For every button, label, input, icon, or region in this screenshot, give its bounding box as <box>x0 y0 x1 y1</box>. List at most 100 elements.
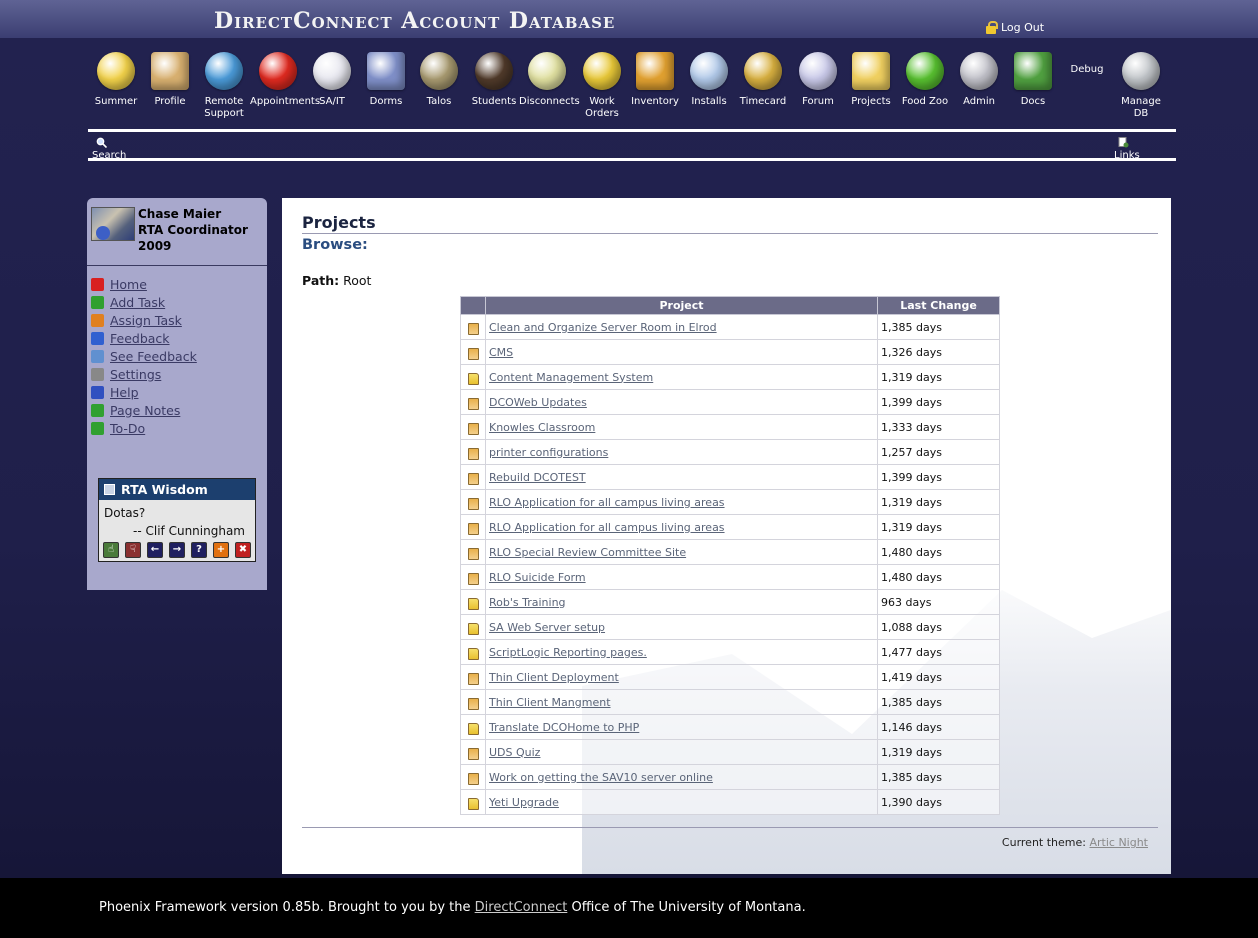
toolbar-remote-support[interactable]: Remote Support <box>196 52 252 120</box>
clipboard-icon <box>467 473 479 485</box>
question-icon[interactable]: ? <box>191 542 207 558</box>
side-menu-item[interactable]: Page Notes <box>91 401 197 419</box>
toolbar-inventory[interactable]: Inventory <box>627 52 683 108</box>
side-menu-link[interactable]: Assign Task <box>110 313 182 328</box>
toolbar-label: Food Zoo <box>901 96 949 107</box>
project-link[interactable]: RLO Application for all campus living ar… <box>489 521 725 534</box>
toolbar-manage-db[interactable]: Manage DB <box>1113 52 1169 120</box>
last-change-cell: 1,390 days <box>877 789 1000 815</box>
clipboard-icon <box>467 548 479 560</box>
arrow-right-icon[interactable]: → <box>169 542 185 558</box>
project-link[interactable]: RLO Special Review Committee Site <box>489 546 686 559</box>
side-menu-link[interactable]: Page Notes <box>110 403 180 418</box>
logout-label: Log Out <box>1001 21 1045 34</box>
side-menu-item[interactable]: Settings <box>91 365 197 383</box>
project-name-cell: Content Management System <box>485 364 878 390</box>
side-menu-link[interactable]: Help <box>110 385 139 400</box>
table-header-row: Project Last Change <box>460 296 1000 315</box>
project-icon-cell <box>460 414 486 440</box>
last-change-cell: 1,480 days <box>877 564 1000 590</box>
toolbar-admin[interactable]: Admin <box>951 52 1007 108</box>
side-menu-item[interactable]: Help <box>91 383 197 401</box>
folder-icon <box>852 52 890 90</box>
toolbar-timecard[interactable]: Timecard <box>735 52 791 108</box>
logout-link[interactable]: Log Out <box>986 21 1044 34</box>
wisdom-quote: Dotas? <box>104 506 146 520</box>
project-icon-cell <box>460 489 486 515</box>
project-link[interactable]: Content Management System <box>489 371 653 384</box>
toolbar-sa-it[interactable]: SA/IT <box>304 52 360 108</box>
project-link[interactable]: Translate DCOHome to PHP <box>489 721 639 734</box>
toolbar-label: Remote Support <box>204 96 244 119</box>
clipboard-icon <box>467 673 479 685</box>
side-menu-link[interactable]: Home <box>110 277 147 292</box>
toolbar-appointments[interactable]: Appointments <box>250 52 320 108</box>
links-nav-item[interactable]: Links <box>1114 137 1154 158</box>
project-link[interactable]: CMS <box>489 346 513 359</box>
toolbar-talos[interactable]: Talos <box>411 52 467 108</box>
project-link[interactable]: Thin Client Deployment <box>489 671 619 684</box>
user-name: Chase Maier <box>138 207 222 221</box>
side-menu-item[interactable]: Assign Task <box>91 311 197 329</box>
last-change-cell: 1,399 days <box>877 389 1000 415</box>
toolbar-docs[interactable]: Docs <box>1005 52 1061 108</box>
project-link[interactable]: RLO Application for all campus living ar… <box>489 496 725 509</box>
info-icon <box>91 331 104 345</box>
search-nav-item[interactable]: Search <box>92 137 142 158</box>
side-menu-item[interactable]: Add Task <box>91 293 197 311</box>
side-menu-link[interactable]: Add Task <box>110 295 165 310</box>
toolbar-summer[interactable]: Summer <box>88 52 144 108</box>
last-change-cell: 1,319 days <box>877 489 1000 515</box>
toolbar-students[interactable]: Students <box>466 52 522 108</box>
project-link[interactable]: Knowles Classroom <box>489 421 595 434</box>
side-menu: Home Add Task Assign Task Feedback See Feedb… <box>91 275 197 437</box>
medical-cross-icon <box>313 52 351 90</box>
project-link[interactable]: Rob's Training <box>489 596 566 609</box>
project-link[interactable]: ScriptLogic Reporting pages. <box>489 646 647 659</box>
project-link[interactable]: Yeti Upgrade <box>489 796 559 809</box>
toolbar-dorms[interactable]: Dorms <box>358 52 414 108</box>
toolbar-projects[interactable]: Projects <box>843 52 899 108</box>
side-menu-item[interactable]: Feedback <box>91 329 197 347</box>
thumbs-down-icon[interactable]: ☟ <box>125 542 141 558</box>
toolbar-forum[interactable]: Forum <box>790 52 846 108</box>
side-menu-item[interactable]: Home <box>91 275 197 293</box>
project-link[interactable]: DCOWeb Updates <box>489 396 587 409</box>
project-link[interactable]: Rebuild DCOTEST <box>489 471 586 484</box>
toolbar-profile[interactable]: Profile <box>142 52 198 108</box>
toolbar-installs[interactable]: Installs <box>681 52 737 108</box>
add-icon[interactable]: + <box>213 542 229 558</box>
project-link[interactable]: printer configurations <box>489 446 608 459</box>
folder-icon <box>467 648 479 660</box>
project-link[interactable]: SA Web Server setup <box>489 621 605 634</box>
thumbs-up-icon[interactable]: ☝ <box>103 542 119 558</box>
toolbar-disconnects[interactable]: Disconnects <box>519 52 580 108</box>
page-subtitle: Browse: <box>302 237 368 253</box>
arrow-left-icon[interactable]: ← <box>147 542 163 558</box>
project-link[interactable]: RLO Suicide Form <box>489 571 586 584</box>
delete-icon[interactable]: ✖ <box>235 542 251 558</box>
toolbar-debug[interactable]: Debug <box>1059 64 1115 76</box>
toolbar-work-orders[interactable]: Work Orders <box>574 52 630 120</box>
side-menu-link[interactable]: Feedback <box>110 331 170 346</box>
toolbar-label: Docs <box>1020 96 1046 107</box>
footer-directconnect-link[interactable]: DirectConnect <box>475 900 568 915</box>
side-menu-item[interactable]: To-Do <box>91 419 197 437</box>
project-icon-cell <box>460 514 486 540</box>
box-icon <box>636 52 674 90</box>
project-link[interactable]: Thin Client Mangment <box>489 696 611 709</box>
alarm-clock-icon <box>259 52 297 90</box>
side-menu-link[interactable]: To-Do <box>110 421 145 436</box>
project-link[interactable]: UDS Quiz <box>489 746 540 759</box>
side-menu-link[interactable]: Settings <box>110 367 161 382</box>
project-link[interactable]: Work on getting the SAV10 server online <box>489 771 713 784</box>
theme-link[interactable]: Artic Night <box>1089 836 1148 849</box>
side-menu-link[interactable]: See Feedback <box>110 349 197 364</box>
project-link[interactable]: Clean and Organize Server Room in Elrod <box>489 321 717 334</box>
side-menu-item[interactable]: See Feedback <box>91 347 197 365</box>
nav-divider <box>88 129 1176 132</box>
project-name-cell: RLO Special Review Committee Site <box>485 539 878 565</box>
project-name-cell: UDS Quiz <box>485 739 878 765</box>
rta-wisdom-box: RTA Wisdom Dotas? -- Clif Cunningham ☝ ☟ ←… <box>98 478 256 562</box>
toolbar-food-zoo[interactable]: Food Zoo <box>897 52 953 108</box>
